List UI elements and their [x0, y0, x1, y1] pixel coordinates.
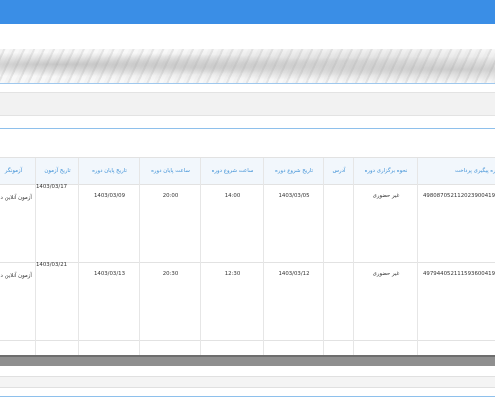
filter-bar [0, 92, 495, 116]
column-start-time: ساعت شروع دوره 14:00 12:30 [200, 158, 264, 356]
courses-table: آزمونگر آزمون آنلاین دان آزمون آنلاین دا… [0, 157, 495, 356]
footer-bar [0, 376, 495, 388]
column-start-date: تاریخ شروع دوره 1403/03/05 1403/03/12 [263, 158, 324, 356]
header-banner [0, 49, 495, 84]
header-tracking: شماره پیگیری پرداخت [418, 158, 495, 184]
header-start-date: تاریخ شروع دوره [264, 158, 324, 184]
header-start-time: ساعت شروع دوره [201, 158, 264, 184]
column-examiner: آزمونگر آزمون آنلاین دان آزمون آنلاین دا… [0, 158, 36, 356]
header-end-time: ساعت پایان دوره [140, 158, 201, 184]
table-cell: 1403/03/17 [36, 184, 68, 190]
table-cell: 4980870521120239004191811 [423, 193, 495, 199]
column-end-date: تاریخ پایان دوره 1403/03/09 1403/03/13 [78, 158, 140, 356]
column-address: آدرس [323, 158, 354, 356]
section-divider [0, 128, 495, 129]
table-cell: 12:30 [224, 271, 241, 277]
table-cell: 14:00 [224, 193, 241, 199]
table-cell: غیر حضوری [372, 193, 400, 199]
table-cell: 20:30 [162, 271, 179, 277]
table-cell: آزمون آنلاین دان [0, 195, 32, 201]
table-cell: 1403/03/13 [93, 271, 126, 277]
header-end-date: تاریخ پایان دوره [79, 158, 140, 184]
table-cell [324, 262, 354, 340]
top-nav-bar [0, 0, 495, 24]
header-method: نحوه برگزاری دوره [354, 158, 418, 184]
column-end-time: ساعت پایان دوره 20:00 20:30 [139, 158, 201, 356]
column-method: نحوه برگزاری دوره غیر حضوری غیر حضوری [353, 158, 418, 356]
horizontal-scrollbar[interactable] [0, 355, 495, 366]
table-cell: 1403/03/21 [36, 262, 68, 268]
column-tracking: شماره پیگیری پرداخت 49808705211202390041… [417, 158, 495, 356]
header-address: آدرس [324, 158, 354, 184]
table-cell: 20:00 [162, 193, 179, 199]
footer-divider [0, 396, 495, 397]
table-cell: 1403/03/12 [278, 271, 310, 277]
column-exam-date: تاریخ آزمون 1403/03/17 1403/03/21 [35, 158, 79, 356]
table-cell [324, 184, 354, 262]
table-cell: غیر حضوری [372, 271, 400, 277]
table-cell: 4979440521115936004191811 [423, 271, 495, 277]
table-cell: 1403/03/09 [93, 193, 126, 199]
table-cell: 1403/03/05 [278, 193, 310, 199]
header-examiner: آزمونگر [0, 158, 36, 184]
table-cell: آزمون آنلاین دان [0, 273, 32, 279]
header-exam-date: تاریخ آزمون [36, 158, 79, 184]
